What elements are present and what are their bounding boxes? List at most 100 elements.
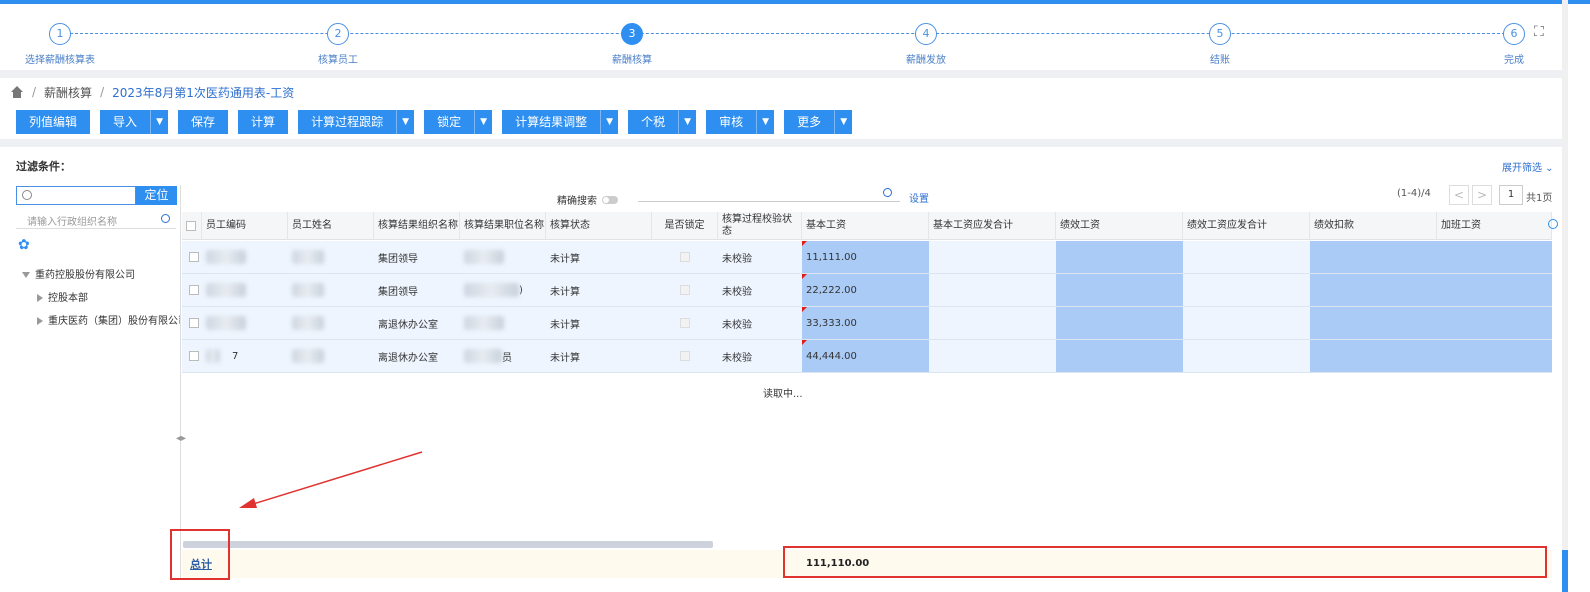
tree-node-child[interactable]: 控股本部 [37,289,88,304]
deduction-overtime-cell[interactable] [1310,307,1552,339]
column-header[interactable]: 基本工资 [802,212,929,240]
checkbox[interactable] [186,221,196,231]
adjust-result-button[interactable]: 计算结果调整 ▼ [502,110,619,134]
column-header[interactable]: 核算状态 [546,212,652,240]
prev-page-button[interactable]: < [1449,185,1469,205]
performance-salary-cell[interactable] [1056,340,1183,372]
base-salary-total-cell[interactable] [929,307,1056,339]
table-row[interactable]: 集团领导 ) 未计算 未校验 22,222.00 [182,274,1552,307]
table-row[interactable]: 7 离退休办公室 员 未计算 未校验 44,444.00 [182,340,1552,373]
tree-node-child[interactable]: 重庆医药（集团）股份有限公司 [37,312,180,327]
collapse-arrow-icon[interactable] [37,317,43,325]
performance-total-cell[interactable] [1183,274,1310,306]
import-button[interactable]: 导入 ▼ [100,110,169,134]
lock-button[interactable]: 锁定 ▼ [424,110,493,134]
chevron-down-icon[interactable]: ▼ [834,110,852,134]
chevron-down-icon[interactable]: ▼ [678,110,696,134]
chevron-down-icon[interactable]: ▼ [150,110,168,134]
table-row[interactable]: 离退休办公室 未计算 未校验 33,333.00 [182,307,1552,340]
base-salary-cell[interactable]: 44,444.00 [802,340,929,372]
column-header[interactable]: 核算结果职位名称 [460,212,546,240]
step-4[interactable]: 4 薪酬发放 [856,4,996,66]
grid-search-input[interactable] [638,185,900,202]
horizontal-scrollbar[interactable] [183,541,713,548]
performance-salary-cell[interactable] [1056,307,1183,339]
breadcrumb-item[interactable]: 薪酬核算 [44,84,92,101]
performance-salary-cell[interactable] [1056,241,1183,273]
settings-link[interactable]: 设置 [909,190,929,205]
column-settings-icon[interactable] [1548,219,1558,229]
column-header[interactable]: 绩效工资 [1056,212,1183,240]
audit-button[interactable]: 审核 ▼ [706,110,775,134]
base-salary-cell[interactable]: 33,333.00 [802,307,929,339]
row-checkbox-cell[interactable] [185,241,199,273]
row-checkbox-cell[interactable] [185,274,199,306]
tax-button[interactable]: 个税 ▼ [628,110,697,134]
column-header[interactable]: 核算过程校验状态 [718,212,802,240]
vertical-scrollbar[interactable] [1562,0,1568,592]
base-salary-cell[interactable]: 22,222.00 [802,274,929,306]
search-icon[interactable] [161,214,170,223]
table-row[interactable]: 集团领导 未计算 未校验 11,111.00 [182,241,1552,274]
column-header[interactable]: 核算结果组织名称 [374,212,460,240]
chevron-down-icon[interactable]: ▼ [600,110,618,134]
expand-arrow-icon[interactable] [22,272,30,278]
button-label: 锁定 [437,115,462,129]
deduction-overtime-cell[interactable] [1310,241,1552,273]
performance-total-cell[interactable] [1183,241,1310,273]
checkbox[interactable] [189,252,199,262]
chevron-down-icon[interactable]: ▼ [396,110,414,134]
row-checkbox-cell[interactable] [185,307,199,339]
checkbox[interactable] [189,351,199,361]
step-3[interactable]: 3 薪酬核算 [562,4,702,66]
precise-search-toggle[interactable] [602,195,618,204]
tree-node-root[interactable]: 重药控股股份有限公司 [22,266,135,281]
employee-code-cell: 7 [202,340,288,372]
column-header[interactable]: 绩效扣款 [1310,212,1437,240]
step-1[interactable]: 1 选择薪酬核算表 [0,4,130,66]
performance-salary-cell[interactable] [1056,274,1183,306]
chevron-down-icon[interactable]: ▼ [474,110,492,134]
more-button[interactable]: 更多 ▼ [784,110,853,134]
save-button[interactable]: 保存 [178,110,229,134]
base-salary-cell[interactable]: 11,111.00 [802,241,929,273]
header-select-all[interactable] [182,212,202,240]
performance-total-cell[interactable] [1183,307,1310,339]
org-search-input[interactable]: 请输入行政组织名称 [16,209,176,229]
column-header[interactable]: 绩效工资应发合计 [1183,212,1310,240]
column-header[interactable]: 加班工资 [1437,212,1552,240]
tree-search-input[interactable] [16,186,136,205]
deduction-overtime-cell[interactable] [1310,340,1552,372]
row-checkbox-cell[interactable] [185,340,199,372]
deduction-overtime-cell[interactable] [1310,274,1552,306]
expand-filter-link[interactable]: 展开筛选 ⌄ [1502,159,1554,174]
column-edit-button[interactable]: 列值编辑 [16,110,91,134]
base-salary-total-cell[interactable] [929,274,1056,306]
fullscreen-icon[interactable]: ⛶ [1534,24,1550,40]
performance-total-cell[interactable] [1183,340,1310,372]
collapse-arrow-icon[interactable] [37,294,43,302]
search-icon[interactable] [883,188,892,197]
panel-splitter[interactable] [180,185,181,580]
step-5[interactable]: 5 结账 [1150,4,1290,66]
next-page-button[interactable]: > [1472,185,1492,205]
base-salary-total-cell[interactable] [929,340,1056,372]
base-salary-total-cell[interactable] [929,241,1056,273]
calculate-button[interactable]: 计算 [238,110,289,134]
step-2[interactable]: 2 核算员工 [268,4,408,66]
checkbox[interactable] [189,318,199,328]
calc-trace-button[interactable]: 计算过程跟踪 ▼ [298,110,415,134]
locate-button[interactable]: 定位 [136,186,177,205]
checkbox[interactable] [189,285,199,295]
splitter-handle-icon[interactable]: ◂▸ [176,433,186,444]
column-header[interactable]: 基本工资应发合计 [929,212,1056,240]
tree-node-label: 重药控股股份有限公司 [35,270,135,281]
home-icon[interactable] [10,86,24,98]
page-number-input[interactable]: 1 [1499,185,1523,205]
column-header[interactable]: 员工姓名 [288,212,374,240]
column-header[interactable]: 员工编码 [202,212,288,240]
chevron-down-icon[interactable]: ▼ [756,110,774,134]
gear-icon[interactable]: ✿ [18,237,30,253]
vertical-scrollbar-thumb[interactable] [1562,550,1568,592]
column-header[interactable]: 是否锁定 [652,212,718,240]
